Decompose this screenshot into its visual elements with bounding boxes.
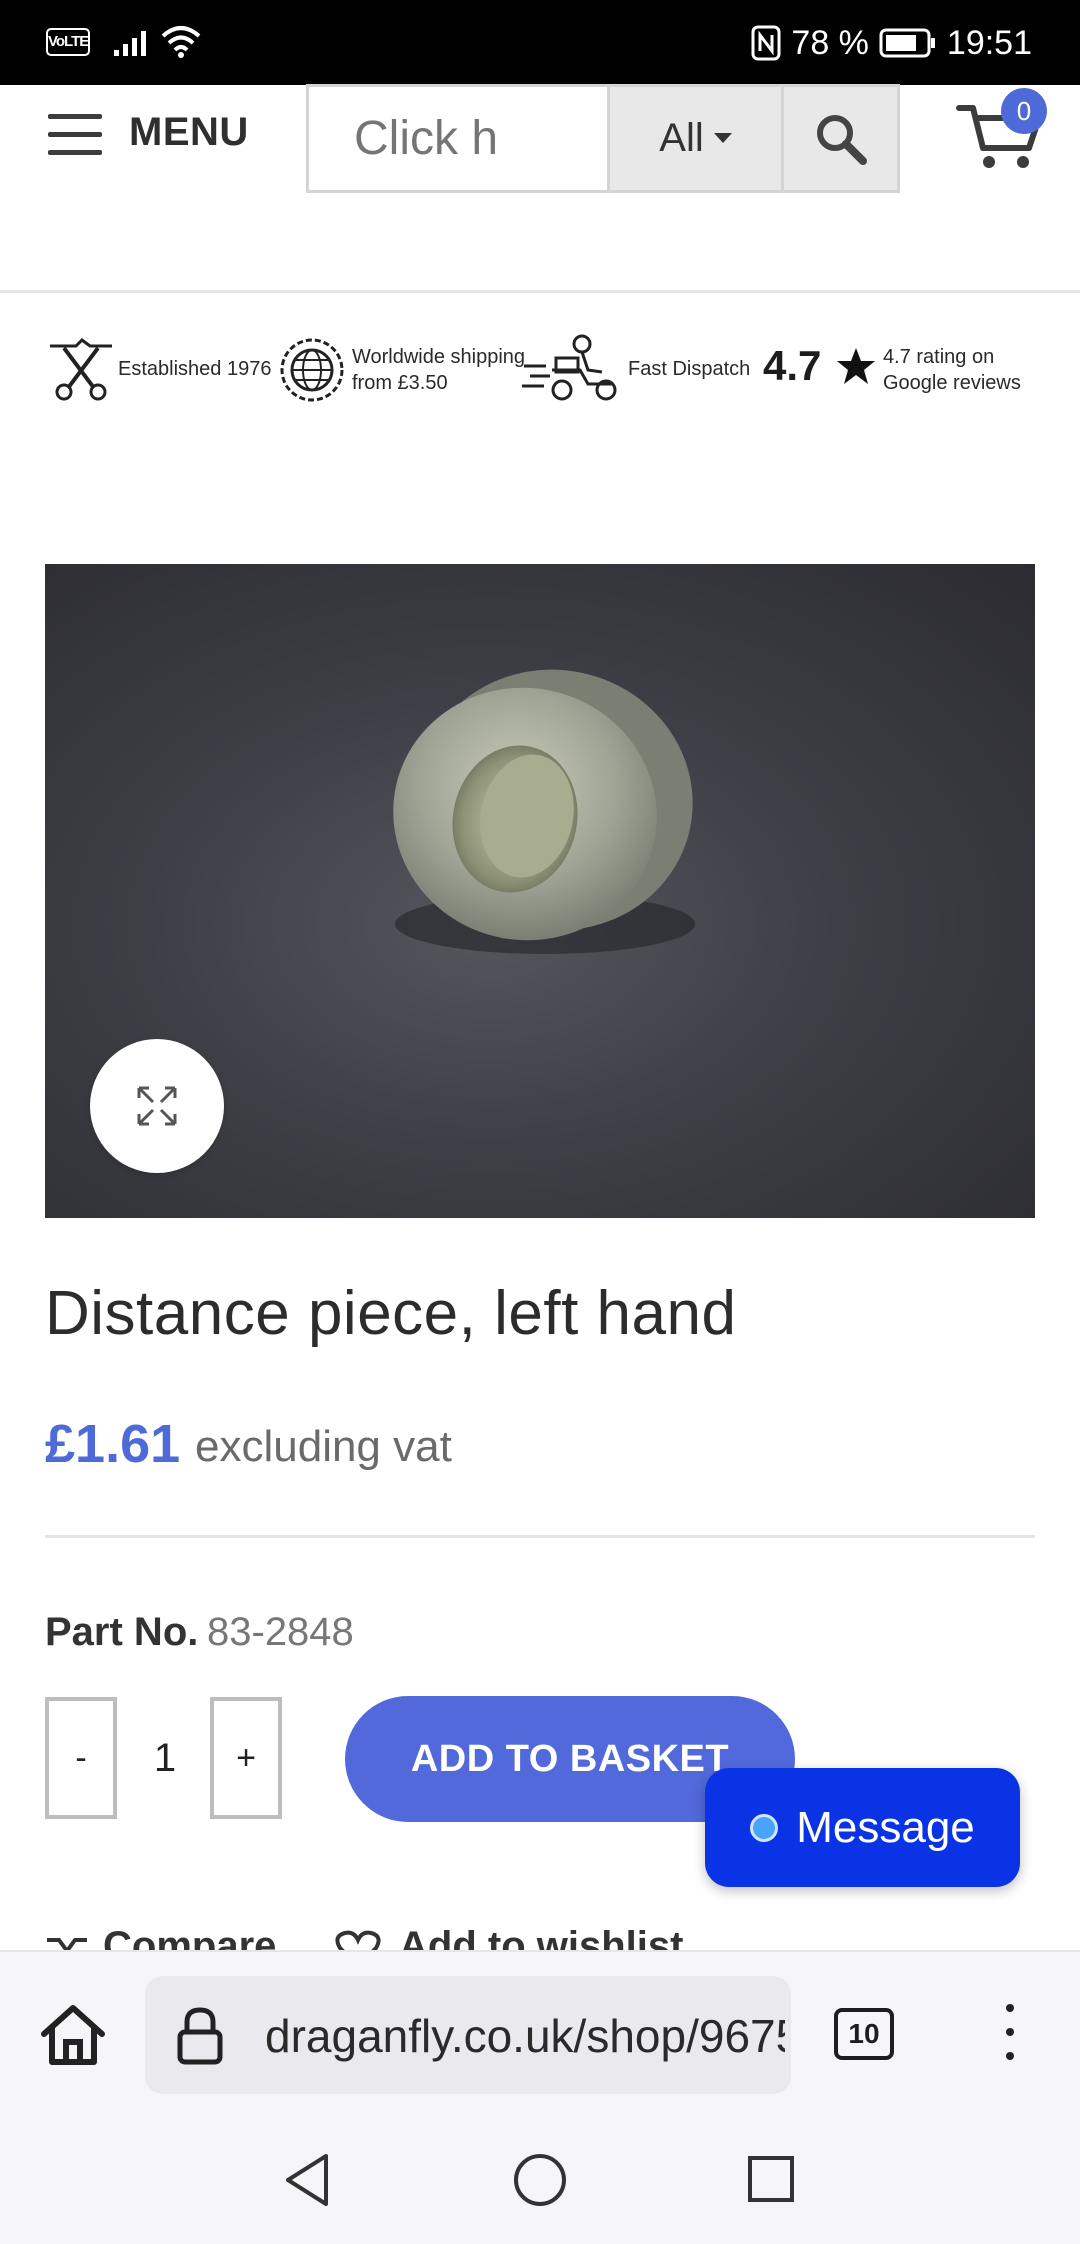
chat-status-dot-icon [750,1813,779,1842]
status-right: 78 % 19:51 [751,18,1032,68]
clock: 19:51 [946,23,1032,62]
price-divider [45,1535,1035,1538]
scissors-icon [50,338,112,401]
volte-indicator: VoLTE [46,28,90,56]
address-bar[interactable]: draganfly.co.uk/shop/9675 [145,1976,791,2094]
cart-count-badge[interactable]: 0 [1001,88,1047,134]
scooter-delivery-icon [522,334,617,401]
search-icon [816,114,867,165]
expand-icon [137,1086,177,1126]
feature-rating-line1: 4.7 rating on [883,346,995,368]
battery-icon [879,28,935,58]
feature-shipping-line1: Worldwide shipping [352,346,526,368]
product-price: £1.61 [45,1414,181,1474]
signal-icon [114,31,146,56]
quantity-increase-button[interactable]: + [210,1697,282,1819]
menu-icon[interactable] [48,114,102,156]
more-options-icon[interactable] [994,2004,1024,2064]
status-bar: VoLTE 78 % 19:51 [0,0,1080,85]
header-divider [0,290,1080,293]
feature-shipping-line2: from £3.50 [352,372,448,394]
feature-shipping: Worldwide shipping from £3.50 [352,344,525,396]
feature-rating: 4.7 rating on Google reviews [883,344,1021,396]
message-chat-button[interactable]: Message [705,1768,1020,1887]
star-icon [837,348,875,384]
search-bar: All [306,84,900,193]
message-label: Message [796,1802,975,1852]
feature-dispatch: Fast Dispatch [628,358,751,380]
zoom-image-button[interactable] [90,1039,224,1173]
back-icon[interactable] [282,2152,332,2208]
feature-established: Established 1976 [118,358,272,380]
browser-toolbar: draganfly.co.uk/shop/9675 10 [0,1950,1080,2110]
battery-percent: 78 % [791,23,869,62]
search-category-select[interactable]: All [607,87,781,190]
tab-switcher-button[interactable]: 10 [834,2008,894,2060]
quantity-decrease-button[interactable]: - [45,1697,117,1819]
globe-icon [280,338,344,402]
lock-icon[interactable] [175,2006,225,2066]
wifi-icon [161,26,201,58]
part-number-value: 83-2848 [207,1610,354,1654]
price-note: excluding vat [195,1422,452,1471]
home-icon[interactable] [38,2000,108,2070]
menu-label[interactable]: MENU [129,110,249,155]
page: VoLTE 78 % 19:51 MENU Click h All 0 Esta… [0,0,1080,2244]
search-input[interactable] [309,87,607,190]
quantity-input[interactable]: 1 [128,1697,202,1819]
search-category-label: All [659,116,704,160]
recents-icon[interactable] [746,2154,796,2204]
nfc-icon [751,25,781,61]
caret-down-icon [713,132,732,143]
part-number-label: Part No. [45,1610,199,1654]
search-button[interactable] [781,87,897,190]
rating-value: 4.7 [763,342,822,389]
product-title: Distance piece, left hand [45,1279,737,1348]
url-text[interactable]: draganfly.co.uk/shop/9675 [265,2009,785,2063]
home-circle-icon[interactable] [512,2152,568,2208]
system-navigation-bar [0,2110,1080,2244]
feature-rating-line2: Google reviews [883,372,1021,394]
